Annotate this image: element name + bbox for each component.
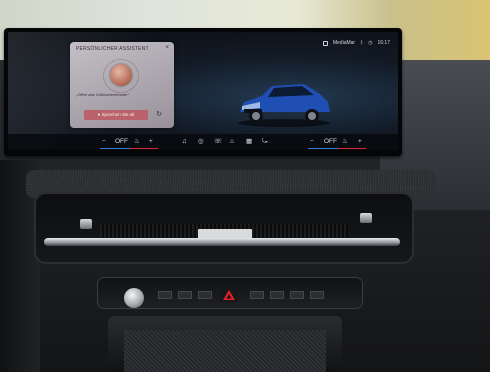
- panel-switch[interactable]: [250, 291, 264, 299]
- refresh-icon[interactable]: ↻: [154, 110, 164, 120]
- hazard-warning-icon: [223, 290, 235, 300]
- close-icon[interactable]: ×: [165, 45, 169, 51]
- panel-switch[interactable]: [198, 291, 212, 299]
- car-image: [238, 84, 330, 127]
- right-temp-plus[interactable]: +: [358, 137, 362, 147]
- navigation-icon[interactable]: ◎: [198, 137, 204, 147]
- seat-heat-icon[interactable]: ♨: [134, 137, 140, 147]
- infotainment-screen: MediaMar ᛒ ◷ 16:17 PERSÖNLICHER ASSISTEN…: [8, 32, 398, 150]
- media-source: MediaMar: [332, 40, 356, 46]
- panel-switch[interactable]: [310, 291, 324, 299]
- dashboard-photo: MediaMar ᛒ ◷ 16:17 PERSÖNLICHER ASSISTEN…: [0, 0, 490, 372]
- right-temp-minus[interactable]: −: [310, 137, 314, 147]
- apps-grid-icon[interactable]: ▦: [246, 137, 252, 147]
- panel-switch[interactable]: [290, 291, 304, 299]
- panel-switch[interactable]: [158, 291, 172, 299]
- hazard-button[interactable]: [220, 288, 238, 302]
- left-temp-plus[interactable]: +: [149, 137, 153, 147]
- vent-adjuster-right[interactable]: [360, 213, 372, 223]
- volume-knob[interactable]: [124, 288, 144, 308]
- status-bar: MediaMar ᛒ ◷ 16:17: [322, 38, 390, 48]
- speak-button-label: Sprechen Sie alt: [101, 112, 135, 117]
- left-temp-value[interactable]: OFF: [115, 137, 128, 147]
- panel-switch[interactable]: [178, 291, 192, 299]
- right-temp-value[interactable]: OFF: [324, 137, 337, 147]
- panel-switch[interactable]: [270, 291, 284, 299]
- left-temp-minus[interactable]: −: [102, 137, 106, 147]
- clock: 16:17: [377, 40, 390, 46]
- car-icon[interactable]: ⤿: [262, 137, 267, 147]
- music-note-icon[interactable]: ♫: [182, 137, 187, 147]
- phone-icon: [322, 40, 328, 46]
- bluetooth-icon: ᛒ: [360, 40, 364, 46]
- clock-icon: ◷: [368, 40, 373, 46]
- tray-grip-surface: [124, 330, 326, 372]
- right-heat-indicator: [338, 147, 366, 149]
- home-icon[interactable]: ⌂: [230, 137, 234, 147]
- seat-heat-icon[interactable]: ♨: [342, 137, 348, 147]
- bottom-control-bar: − OFF ♨ + ♫ ◎ ☏ ⌂ ▦ ⤿ − OFF ♨ +: [8, 134, 398, 150]
- widget-caption: „Öffne das Glühkartenfenster“: [76, 92, 129, 97]
- phone-icon[interactable]: ☏: [214, 137, 222, 147]
- microphone-icon: ●: [97, 112, 101, 117]
- personal-assistant-widget[interactable]: PERSÖNLICHER ASSISTENT × „Öffne das Glüh…: [70, 42, 174, 128]
- vent-adjuster-left[interactable]: [80, 219, 92, 229]
- right-temp-indicator: [308, 147, 338, 149]
- speak-button[interactable]: ● Sprechen Sie alt: [84, 110, 148, 120]
- left-temp-indicator: [100, 147, 130, 149]
- widget-title: PERSÖNLICHER ASSISTENT: [76, 46, 149, 52]
- left-heat-indicator: [130, 147, 158, 149]
- chrome-trim-strip: [44, 238, 400, 246]
- assistant-avatar-knob: [110, 64, 132, 86]
